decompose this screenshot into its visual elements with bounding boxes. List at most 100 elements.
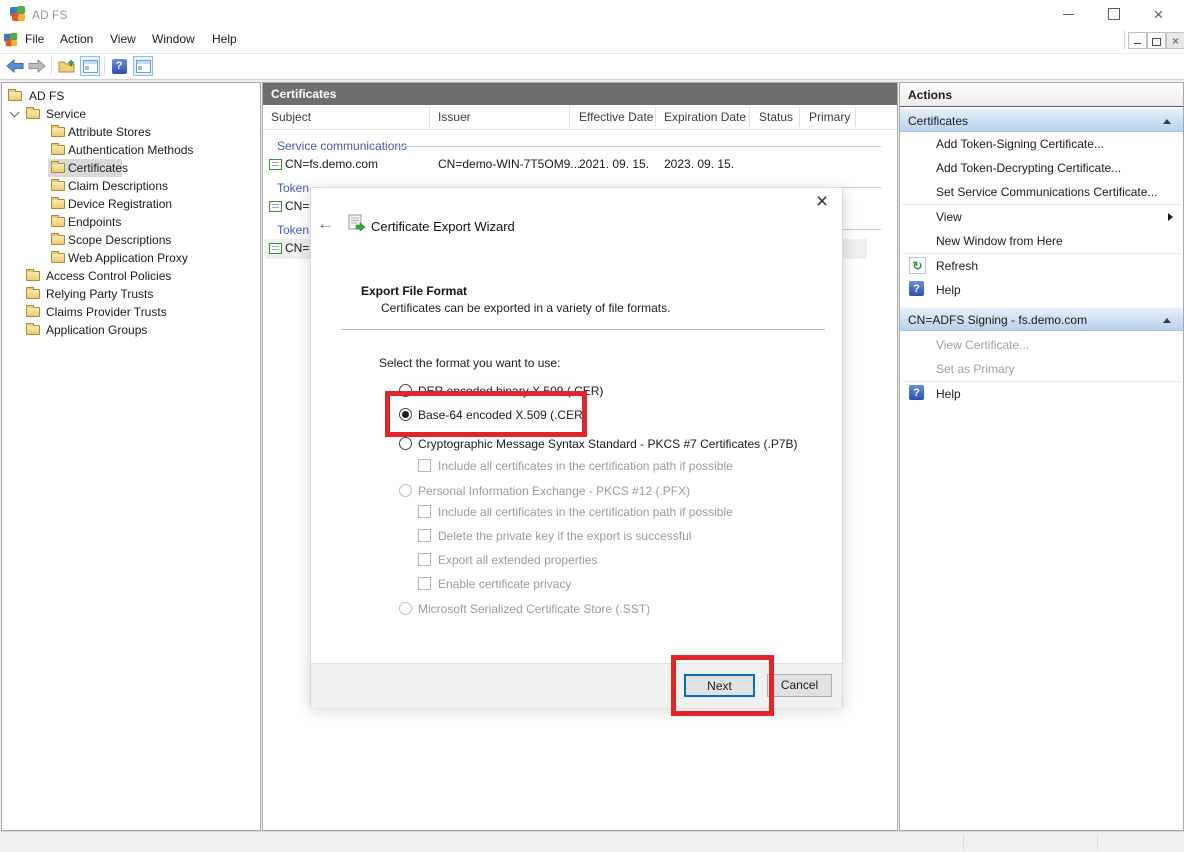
forward-button[interactable] — [27, 56, 47, 76]
tree-item-label: Certificates — [68, 161, 128, 175]
radio-sst: Microsoft Serialized Certificate Store (… — [399, 602, 650, 618]
menu-view[interactable]: View — [110, 32, 136, 46]
column-status[interactable]: Status — [759, 110, 793, 124]
folder-icon — [51, 181, 65, 191]
child-close-button[interactable]: × — [1166, 32, 1184, 49]
title-bar: AD FS × — [0, 0, 1184, 28]
collapse-icon[interactable] — [1163, 119, 1171, 124]
wizard-page-subheading: Certificates can be exported in a variet… — [381, 301, 670, 315]
column-expiration-date[interactable]: Expiration Date — [664, 110, 746, 124]
tree-item-claim-descriptions[interactable]: Claim Descriptions — [2, 177, 260, 195]
action-pane-icon — [136, 60, 151, 73]
radio-label: Microsoft Serialized Certificate Store (… — [418, 602, 650, 616]
checkbox-label: Delete the private key if the export is … — [438, 529, 691, 543]
column-effective-date[interactable]: Effective Date — [579, 110, 653, 124]
radio-icon — [399, 484, 412, 497]
checkbox-export-extended-properties: Export all extended properties — [418, 553, 597, 569]
action-new-window[interactable]: New Window from Here — [900, 229, 1183, 253]
tree-item-attribute-stores[interactable]: Attribute Stores — [2, 123, 260, 141]
action-refresh[interactable]: ↻ Refresh — [900, 254, 1183, 278]
column-subject[interactable]: Subject — [271, 110, 311, 124]
tree-item-application-groups[interactable]: Application Groups — [2, 321, 260, 339]
radio-icon — [399, 602, 412, 615]
tree-item-endpoints[interactable]: Endpoints — [2, 213, 260, 231]
section-header-label: Certificates — [908, 114, 968, 128]
child-minimize-button[interactable] — [1128, 32, 1147, 49]
show-console-tree-button[interactable] — [80, 56, 100, 76]
group-line — [397, 146, 881, 147]
menu-file[interactable]: File — [25, 32, 44, 46]
action-view[interactable]: View — [900, 205, 1183, 229]
tree-item-adfs[interactable]: AD FS — [2, 87, 260, 105]
checkbox-label: Include all certificates in the certific… — [438, 459, 733, 473]
radio-label: Personal Information Exchange - PKCS #12… — [418, 484, 690, 498]
menu-help[interactable]: Help — [212, 32, 237, 46]
column-primary[interactable]: Primary — [809, 110, 850, 124]
group-token-signing: Token — [277, 223, 309, 237]
format-prompt: Select the format you want to use: — [379, 356, 560, 370]
child-restore-button[interactable] — [1147, 32, 1166, 49]
tree-item-service[interactable]: Service — [2, 105, 260, 123]
minimize-button[interactable] — [1046, 0, 1091, 28]
checkbox-label: Enable certificate privacy — [438, 577, 571, 591]
export-list-button[interactable] — [56, 56, 76, 76]
maximize-button[interactable] — [1091, 0, 1136, 28]
tree-item-certificates[interactable]: Certificates — [2, 159, 260, 177]
back-arrow-icon — [6, 59, 24, 73]
tree-item-device-registration[interactable]: Device Registration — [2, 195, 260, 213]
divider — [963, 834, 964, 850]
certificate-icon — [269, 201, 282, 212]
dialog-back-button[interactable]: ← — [317, 214, 334, 234]
wizard-icon — [347, 214, 366, 231]
adfs-console-window: { "colors": { "highlight_red": "#e3242b"… — [0, 0, 1184, 851]
menu-bar: File Action View Window Help × — [0, 28, 1184, 54]
actions-section-certificates[interactable]: Certificates — [900, 108, 1183, 132]
help-button[interactable]: ? — [109, 56, 129, 76]
radio-icon[interactable] — [399, 437, 412, 450]
menu-window[interactable]: Window — [152, 32, 195, 46]
divider — [104, 57, 105, 75]
tree-item-authentication-methods[interactable]: Authentication Methods — [2, 141, 260, 159]
highlight-box-base64-option — [385, 391, 587, 437]
column-divider — [429, 107, 430, 127]
checkbox-icon — [418, 529, 431, 542]
menu-action[interactable]: Action — [60, 32, 93, 46]
tree-item-relying-party-trusts[interactable]: Relying Party Trusts — [2, 285, 260, 303]
folder-icon — [58, 59, 75, 73]
tree-item-label: Authentication Methods — [68, 143, 193, 157]
highlight-box-next-button — [671, 655, 774, 716]
tree-item-claims-provider-trusts[interactable]: Claims Provider Trusts — [2, 303, 260, 321]
help-icon: ? — [909, 385, 924, 400]
action-add-token-decrypting[interactable]: Add Token-Decrypting Certificate... — [900, 156, 1183, 180]
help-icon: ? — [112, 59, 127, 74]
column-divider — [855, 107, 856, 127]
collapse-icon[interactable] — [1163, 318, 1171, 323]
list-pane-title: Certificates — [263, 83, 897, 105]
tree-item-scope-descriptions[interactable]: Scope Descriptions — [2, 231, 260, 249]
tree-item-access-control-policies[interactable]: Access Control Policies — [2, 267, 260, 285]
tree-item-web-application-proxy[interactable]: Web Application Proxy — [2, 249, 260, 267]
action-set-service-communications[interactable]: Set Service Communications Certificate..… — [900, 180, 1183, 204]
back-button[interactable] — [5, 56, 25, 76]
radio-pkcs7[interactable]: Cryptographic Message Syntax Standard - … — [399, 437, 798, 453]
action-help-2[interactable]: ? Help — [900, 382, 1183, 406]
dialog-close-button[interactable]: × — [810, 190, 834, 214]
cancel-button[interactable]: Cancel — [767, 674, 832, 697]
divider — [1124, 30, 1125, 50]
minimize-icon — [1063, 14, 1074, 15]
section-header-label: CN=ADFS Signing - fs.demo.com — [908, 313, 1087, 327]
chevron-down-icon[interactable] — [10, 108, 20, 118]
column-issuer[interactable]: Issuer — [438, 110, 471, 124]
column-header-row: Subject Issuer Effective Date Expiration… — [263, 105, 897, 130]
action-help[interactable]: ? Help — [900, 278, 1183, 302]
console-icon — [3, 32, 19, 48]
close-button[interactable]: × — [1136, 0, 1181, 28]
actions-section-adfs-signing[interactable]: CN=ADFS Signing - fs.demo.com — [900, 307, 1183, 331]
folder-icon — [51, 235, 65, 245]
tree-item-label: Attribute Stores — [68, 125, 151, 139]
show-action-pane-button[interactable] — [133, 56, 153, 76]
window-title: AD FS — [32, 8, 67, 22]
forward-arrow-icon — [28, 59, 46, 73]
action-add-token-signing[interactable]: Add Token-Signing Certificate... — [900, 132, 1183, 156]
folder-icon — [26, 307, 40, 317]
